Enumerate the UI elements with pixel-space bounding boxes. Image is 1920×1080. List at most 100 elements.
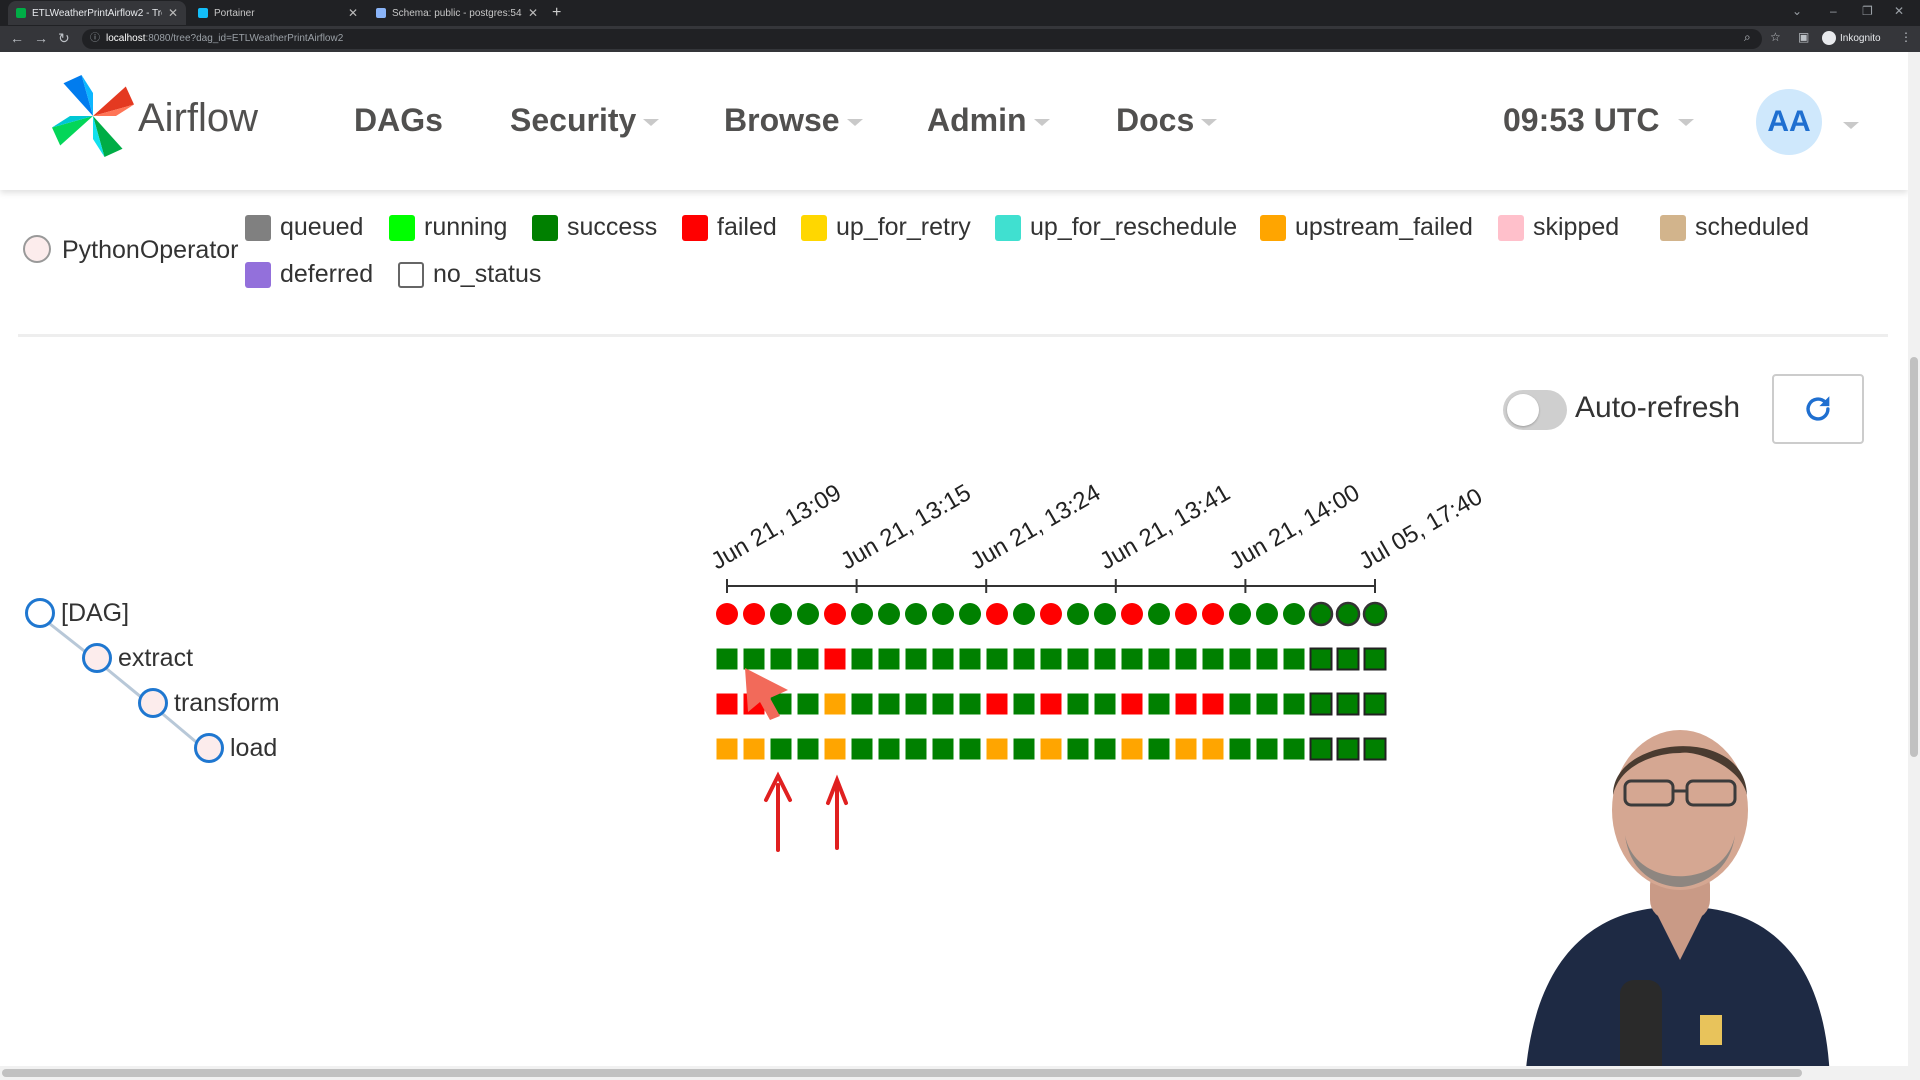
dag-run-circle[interactable]	[986, 603, 1008, 625]
task-instance-square[interactable]	[1148, 648, 1170, 670]
task-instance-square[interactable]	[851, 738, 873, 760]
dag-run-circle[interactable]	[770, 603, 792, 625]
task-instance-square[interactable]	[1363, 647, 1387, 671]
task-instance-square[interactable]	[1121, 693, 1143, 715]
task-instance-square[interactable]	[959, 693, 981, 715]
dag-run-circle[interactable]	[1013, 603, 1035, 625]
task-instance-square[interactable]	[932, 693, 954, 715]
task-instance-square[interactable]	[797, 693, 819, 715]
task-instance-square[interactable]	[1040, 648, 1062, 670]
task-instance-square[interactable]	[1283, 693, 1305, 715]
task-instance-square[interactable]	[1067, 648, 1089, 670]
task-instance-square[interactable]	[986, 693, 1008, 715]
dag-run-circle[interactable]	[1067, 603, 1089, 625]
dag-run-circle[interactable]	[1040, 603, 1062, 625]
task-instance-square[interactable]	[743, 738, 765, 760]
task-instance-square[interactable]	[1175, 648, 1197, 670]
dag-run-circle[interactable]	[1229, 603, 1251, 625]
task-instance-square[interactable]	[1040, 693, 1062, 715]
task-instance-square[interactable]	[1363, 737, 1387, 761]
task-instance-square[interactable]	[1148, 738, 1170, 760]
task-instance-square[interactable]	[1175, 693, 1197, 715]
task-instance-square[interactable]	[1309, 647, 1333, 671]
task-instance-square[interactable]	[1013, 648, 1035, 670]
task-instance-square[interactable]	[851, 648, 873, 670]
horizontal-scrollbar[interactable]	[0, 1066, 1908, 1080]
task-instance-square[interactable]	[1013, 693, 1035, 715]
task-instance-square[interactable]	[824, 738, 846, 760]
task-instance-square[interactable]	[716, 738, 738, 760]
dag-run-circle[interactable]	[1308, 601, 1334, 627]
task-instance-square[interactable]	[1309, 692, 1333, 716]
task-instance-square[interactable]	[878, 738, 900, 760]
dag-run-circle[interactable]	[824, 603, 846, 625]
task-instance-square[interactable]	[770, 738, 792, 760]
task-instance-square[interactable]	[1202, 648, 1224, 670]
task-instance-square[interactable]	[1067, 693, 1089, 715]
task-instance-square[interactable]	[1363, 692, 1387, 716]
scrollbar-thumb[interactable]	[1910, 357, 1918, 757]
dag-run-circle[interactable]	[851, 603, 873, 625]
task-instance-square[interactable]	[905, 693, 927, 715]
task-instance-square[interactable]	[1229, 738, 1251, 760]
task-instance-square[interactable]	[1283, 648, 1305, 670]
task-instance-square[interactable]	[851, 693, 873, 715]
task-instance-square[interactable]	[1013, 738, 1035, 760]
task-instance-square[interactable]	[716, 693, 738, 715]
dag-run-circle[interactable]	[1148, 603, 1170, 625]
task-instance-square[interactable]	[1336, 647, 1360, 671]
dag-run-circle[interactable]	[1094, 603, 1116, 625]
task-instance-square[interactable]	[1094, 648, 1116, 670]
task-instance-square[interactable]	[959, 738, 981, 760]
task-instance-square[interactable]	[932, 648, 954, 670]
task-instance-square[interactable]	[1148, 693, 1170, 715]
task-instance-square[interactable]	[1040, 738, 1062, 760]
task-instance-square[interactable]	[905, 648, 927, 670]
task-instance-square[interactable]	[1229, 648, 1251, 670]
task-instance-square[interactable]	[1094, 738, 1116, 760]
task-instance-square[interactable]	[1256, 738, 1278, 760]
task-instance-square[interactable]	[959, 648, 981, 670]
dag-run-circle[interactable]	[878, 603, 900, 625]
task-instance-square[interactable]	[932, 738, 954, 760]
task-instance-square[interactable]	[716, 648, 738, 670]
scrollbar-thumb[interactable]	[2, 1069, 1802, 1077]
dag-run-circle[interactable]	[1121, 603, 1143, 625]
task-instance-square[interactable]	[770, 648, 792, 670]
task-instance-square[interactable]	[824, 693, 846, 715]
dag-run-circle[interactable]	[905, 603, 927, 625]
task-instance-square[interactable]	[1202, 738, 1224, 760]
task-instance-square[interactable]	[878, 693, 900, 715]
dag-run-circle[interactable]	[1202, 603, 1224, 625]
dag-run-circle[interactable]	[1283, 603, 1305, 625]
dag-run-circle[interactable]	[1335, 601, 1361, 627]
task-instance-square[interactable]	[1256, 648, 1278, 670]
task-instance-square[interactable]	[878, 648, 900, 670]
dag-run-circle[interactable]	[797, 603, 819, 625]
dag-run-circle[interactable]	[1175, 603, 1197, 625]
task-instance-square[interactable]	[1336, 692, 1360, 716]
task-instance-square[interactable]	[905, 738, 927, 760]
task-instance-square[interactable]	[1229, 693, 1251, 715]
task-instance-square[interactable]	[1067, 738, 1089, 760]
task-instance-square[interactable]	[1283, 738, 1305, 760]
dag-run-circle[interactable]	[716, 603, 738, 625]
task-instance-square[interactable]	[1336, 737, 1360, 761]
task-instance-square[interactable]	[1121, 648, 1143, 670]
task-instance-square[interactable]	[1175, 738, 1197, 760]
dag-run-circle[interactable]	[743, 603, 765, 625]
task-instance-square[interactable]	[1202, 693, 1224, 715]
task-instance-square[interactable]	[986, 648, 1008, 670]
task-instance-square[interactable]	[797, 648, 819, 670]
task-instance-square[interactable]	[986, 738, 1008, 760]
task-instance-square[interactable]	[743, 648, 765, 670]
dag-run-circle[interactable]	[959, 603, 981, 625]
dag-run-circle[interactable]	[932, 603, 954, 625]
dag-run-circle[interactable]	[1362, 601, 1388, 627]
task-instance-square[interactable]	[1309, 737, 1333, 761]
task-instance-square[interactable]	[1256, 693, 1278, 715]
task-instance-square[interactable]	[1121, 738, 1143, 760]
task-instance-square[interactable]	[824, 648, 846, 670]
task-instance-square[interactable]	[1094, 693, 1116, 715]
task-instance-square[interactable]	[797, 738, 819, 760]
